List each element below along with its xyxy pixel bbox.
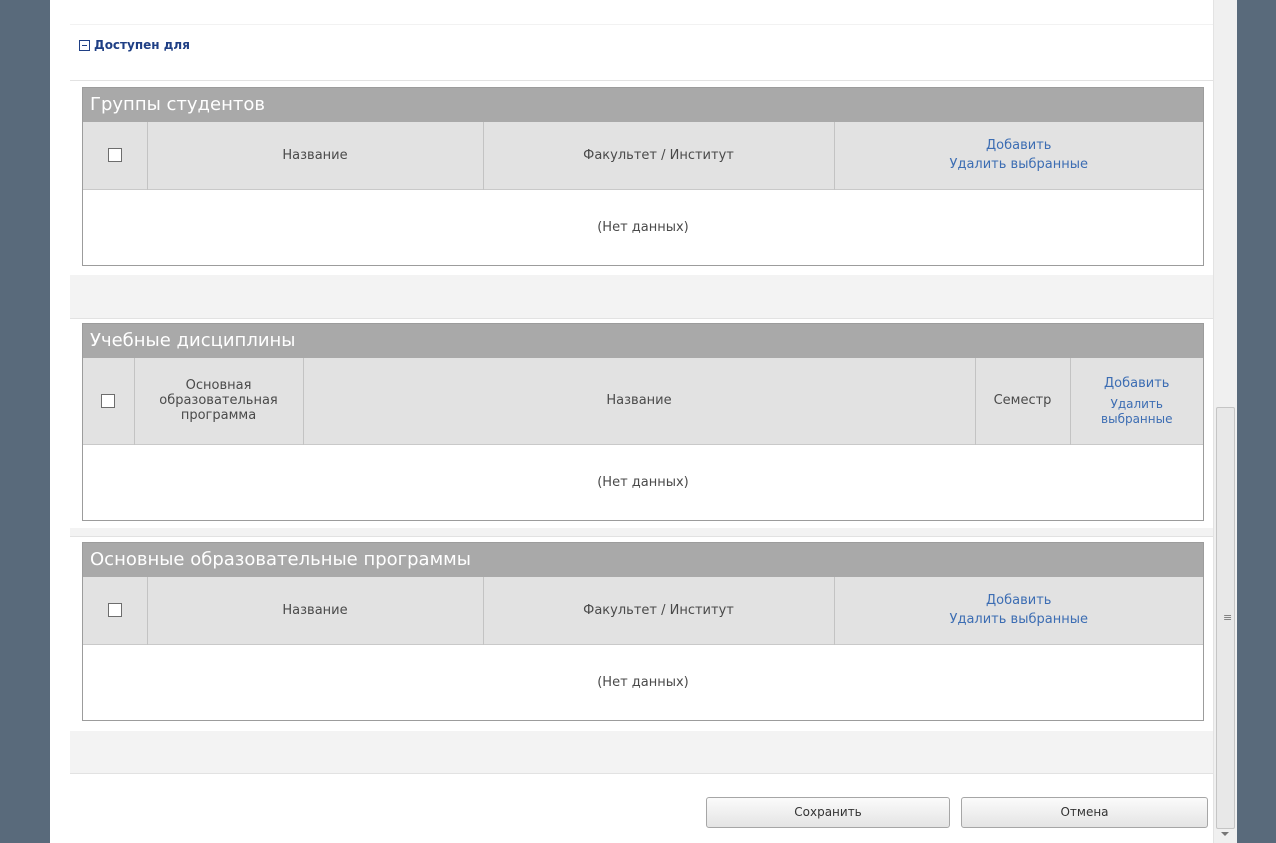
educational-programs-table: Название Факультет / Институт Добавить У…: [83, 577, 1203, 720]
select-all-checkbox[interactable]: [107, 148, 122, 163]
student-groups-table: Название Факультет / Институт Добавить У…: [83, 122, 1203, 265]
column-header-name[interactable]: Название: [147, 122, 484, 189]
add-link[interactable]: Добавить: [839, 591, 1200, 610]
select-all-cell: [83, 122, 148, 189]
section-separator: [70, 528, 1213, 536]
delete-selected-link[interactable]: Удалить выбранные: [839, 155, 1200, 174]
scrollbar-thumb[interactable]: ≡: [1216, 407, 1235, 829]
empty-message: (Нет данных): [83, 188, 1203, 265]
section-separator: [70, 275, 1213, 318]
actions-cell: Добавить Удалить выбранные: [834, 577, 1203, 644]
collapse-icon[interactable]: [79, 39, 90, 51]
educational-programs-panel: Основные образовательные программы Назва…: [82, 542, 1204, 721]
select-all-checkbox[interactable]: [107, 603, 122, 618]
section-separator: [70, 731, 1213, 773]
actions-cell: Добавить Удалить выбранные: [834, 122, 1203, 189]
section-toggle-label: Доступен для: [94, 38, 190, 52]
column-header-program[interactable]: Основная образовательная программа: [134, 358, 304, 444]
add-link[interactable]: Добавить: [1075, 374, 1200, 393]
delete-selected-link[interactable]: Удалить выбранные: [1075, 397, 1200, 427]
column-header-name[interactable]: Название: [303, 358, 976, 444]
right-background: [1237, 0, 1276, 843]
form-page: Доступен для Группы студентов Название Ф…: [50, 0, 1213, 843]
empty-message: (Нет данных): [83, 443, 1203, 520]
disciplines-panel: Учебные дисциплины Основная образователь…: [82, 323, 1204, 521]
select-all-cell: [83, 358, 135, 444]
vertical-scrollbar[interactable]: ≡: [1213, 0, 1237, 843]
delete-selected-link[interactable]: Удалить выбранные: [839, 610, 1200, 629]
scroll-down-arrow-icon[interactable]: [1221, 832, 1229, 836]
save-button[interactable]: Сохранить: [706, 797, 950, 828]
column-header-name[interactable]: Название: [147, 577, 484, 644]
select-all-checkbox[interactable]: [101, 393, 116, 408]
section-toggle[interactable]: Доступен для: [79, 38, 190, 52]
column-header-semester[interactable]: Семестр: [975, 358, 1071, 444]
column-header-faculty[interactable]: Факультет / Институт: [483, 577, 835, 644]
panel-title: Группы студентов: [83, 88, 1203, 122]
add-link[interactable]: Добавить: [839, 136, 1200, 155]
left-background: [0, 0, 50, 843]
disciplines-table: Основная образовательная программа Назва…: [83, 358, 1203, 520]
panel-title: Учебные дисциплины: [83, 324, 1203, 358]
panel-title: Основные образовательные программы: [83, 543, 1203, 577]
empty-message: (Нет данных): [83, 643, 1203, 720]
cancel-button[interactable]: Отмена: [961, 797, 1208, 828]
select-all-cell: [83, 577, 148, 644]
actions-cell: Добавить Удалить выбранные: [1070, 358, 1203, 444]
student-groups-panel: Группы студентов Название Факультет / Ин…: [82, 87, 1204, 266]
grip-icon: ≡: [1223, 611, 1233, 624]
column-header-faculty[interactable]: Факультет / Институт: [483, 122, 835, 189]
